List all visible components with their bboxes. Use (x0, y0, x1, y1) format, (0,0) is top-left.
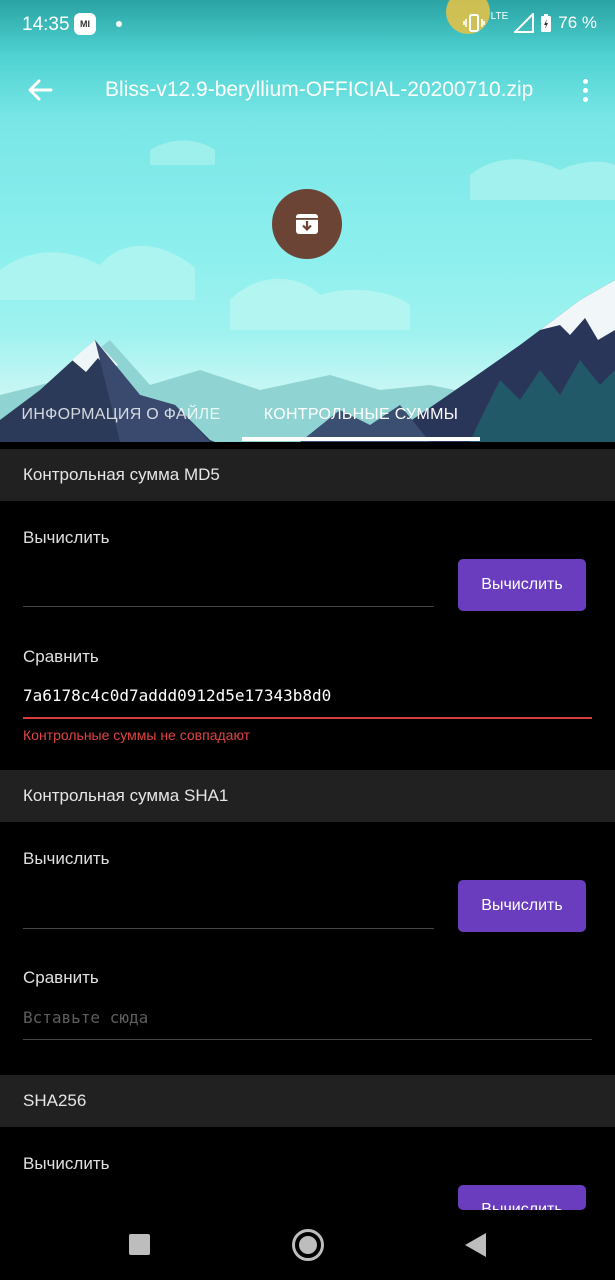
compute-label: Вычислить (23, 1154, 110, 1173)
md5-compare-input[interactable]: 7a6178c4c0d7addd0912d5e17343b8d0 (23, 686, 592, 705)
compare-label: Сравнить (23, 968, 99, 987)
section-header-sha256: SHA256 (0, 1075, 615, 1127)
sha1-compare-input[interactable]: Вставьте сюда (23, 1008, 592, 1027)
sha256-compute-button-label: Вычислить (481, 1201, 563, 1210)
sha1-computed-field[interactable] (23, 928, 434, 929)
circle-home-icon[interactable] (292, 1229, 324, 1261)
back-button[interactable] (22, 72, 58, 108)
square-recents-icon[interactable] (129, 1234, 150, 1255)
vibrate-icon (462, 14, 485, 32)
battery-level: 76 % (558, 13, 597, 32)
sha256-compute-button[interactable]: Вычислить (458, 1185, 586, 1210)
md5-compute-button[interactable]: Вычислить (458, 559, 586, 611)
arrow-left-icon (28, 79, 53, 101)
triangle-back-icon[interactable] (465, 1233, 486, 1257)
compute-label: Вычислить (23, 528, 110, 547)
section-title: SHA256 (23, 1091, 87, 1110)
status-icons: LTE 76 % (462, 10, 597, 33)
status-bar: 14:35 MI LTE 76 % (0, 0, 615, 50)
tab-indicator (242, 437, 480, 441)
section-header-sha1: Контрольная сумма SHA1 (0, 770, 615, 822)
network-type: LTE (490, 10, 509, 22)
tab-file-info[interactable]: ИНФОРМАЦИЯ О ФАЙЛЕ (14, 388, 228, 442)
md5-compare-underline (23, 717, 592, 719)
compute-label: Вычислить (23, 849, 110, 868)
app-header: 14:35 MI LTE 76 % Bliss-v12.9-beryllium-… (0, 0, 615, 442)
md5-error-text: Контрольные суммы не совпадают (23, 727, 251, 743)
section-title: Контрольная сумма MD5 (23, 465, 220, 484)
battery-icon (541, 14, 552, 32)
signal-icon (514, 13, 535, 33)
section-title: Контрольная сумма SHA1 (23, 786, 229, 805)
more-vert-icon (582, 78, 588, 84)
file-type-badge (272, 189, 342, 259)
more-options-button[interactable] (575, 72, 595, 108)
status-time: 14:35 (22, 14, 70, 35)
miui-app-icon: MI (74, 13, 96, 35)
tab-checksums[interactable]: КОНТРОЛЬНЫЕ СУММЫ (242, 388, 480, 442)
page-title: Bliss-v12.9-beryllium-OFFICIAL-20200710.… (105, 78, 534, 101)
compare-label: Сравнить (23, 647, 99, 666)
section-header-md5: Контрольная сумма MD5 (0, 449, 615, 501)
notification-dot-icon (116, 21, 122, 27)
tab-bar: ИНФОРМАЦИЯ О ФАЙЛЕ КОНТРОЛЬНЫЕ СУММЫ (0, 388, 615, 442)
sha1-compare-underline (23, 1039, 592, 1040)
toolbar: Bliss-v12.9-beryllium-OFFICIAL-20200710.… (0, 62, 615, 118)
archive-icon (296, 214, 318, 234)
md5-computed-field[interactable] (23, 606, 434, 607)
sha1-compute-button[interactable]: Вычислить (458, 880, 586, 932)
system-nav-bar (0, 1210, 615, 1280)
